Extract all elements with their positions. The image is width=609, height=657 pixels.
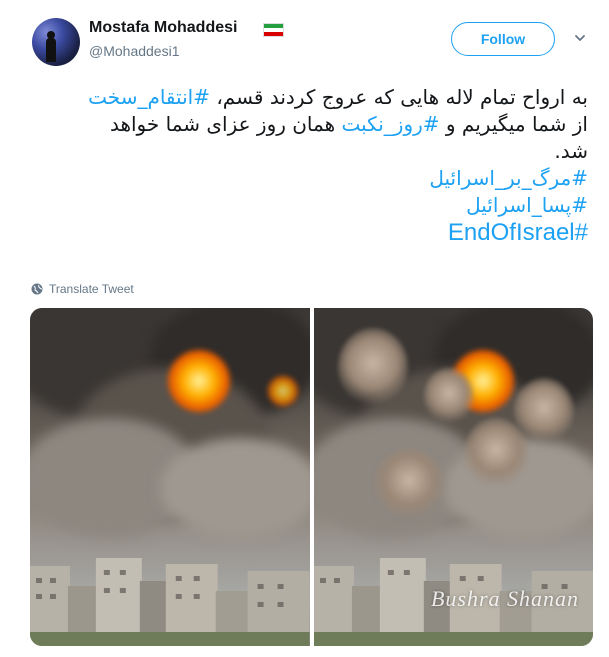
- author-name[interactable]: Mostafa Mohaddesi: [89, 19, 237, 37]
- media-image-left[interactable]: [30, 308, 310, 646]
- hashtag-pasa-esraeil[interactable]: #پسا_اسرائیل: [466, 193, 588, 217]
- hashtag-enteqam-sakht[interactable]: #انتقام_سخت: [88, 85, 210, 109]
- tweet-media[interactable]: Bushra Shanan: [30, 308, 593, 646]
- child-face-shape: [337, 328, 408, 406]
- avatar-figure-shape: [46, 38, 56, 62]
- city-skyline: [30, 558, 310, 646]
- child-face-shape: [373, 448, 444, 520]
- translate-tweet-link[interactable]: Translate Tweet: [31, 282, 134, 296]
- tweet-line-3: شد.: [554, 139, 588, 163]
- child-face-shape: [463, 418, 528, 488]
- globe-icon: [31, 283, 43, 295]
- tweet-line-2-pre: از شما میگیریم و: [439, 112, 588, 136]
- hashtag-marg-bar-esraeil[interactable]: #مرگ_بر_اسرائیل: [429, 166, 588, 190]
- translate-label: Translate Tweet: [49, 282, 134, 296]
- tweet-line-1-text: به ارواح تمام لاله هایی که عروج کردند قس…: [209, 85, 588, 109]
- watermark-signature: Bushra Shanan: [430, 586, 579, 611]
- tweet-line-2: از شما میگیریم و #روز_نکبت همان روز عزای…: [28, 111, 588, 138]
- explosion-fire-shape: [168, 350, 230, 412]
- chevron-down-icon[interactable]: [574, 32, 586, 44]
- tweet-text: به ارواح تمام لاله هایی که عروج کردند قس…: [28, 84, 588, 247]
- tweet-header: Mostafa Mohaddesi @Mohaddesi1 Follow: [28, 14, 598, 70]
- tweet-line-1: به ارواح تمام لاله هایی که عروج کردند قس…: [28, 84, 588, 111]
- author-handle[interactable]: @Mohaddesi1: [89, 43, 180, 59]
- tweet-line-2-post: همان روز عزای شما خواهد: [109, 112, 342, 136]
- hashtag-rooz-nakbat[interactable]: #روز_نکبت: [342, 112, 440, 136]
- child-face-shape: [423, 368, 474, 424]
- smoke-shape: [160, 438, 310, 538]
- explosion-fire-shape: [268, 376, 298, 406]
- media-image-right[interactable]: Bushra Shanan: [313, 308, 593, 646]
- follow-button[interactable]: Follow: [451, 22, 555, 56]
- avatar[interactable]: [32, 18, 80, 66]
- hashtag-end-of-israel[interactable]: #EndOfIsrael: [448, 219, 588, 246]
- iran-flag-icon: [263, 23, 284, 37]
